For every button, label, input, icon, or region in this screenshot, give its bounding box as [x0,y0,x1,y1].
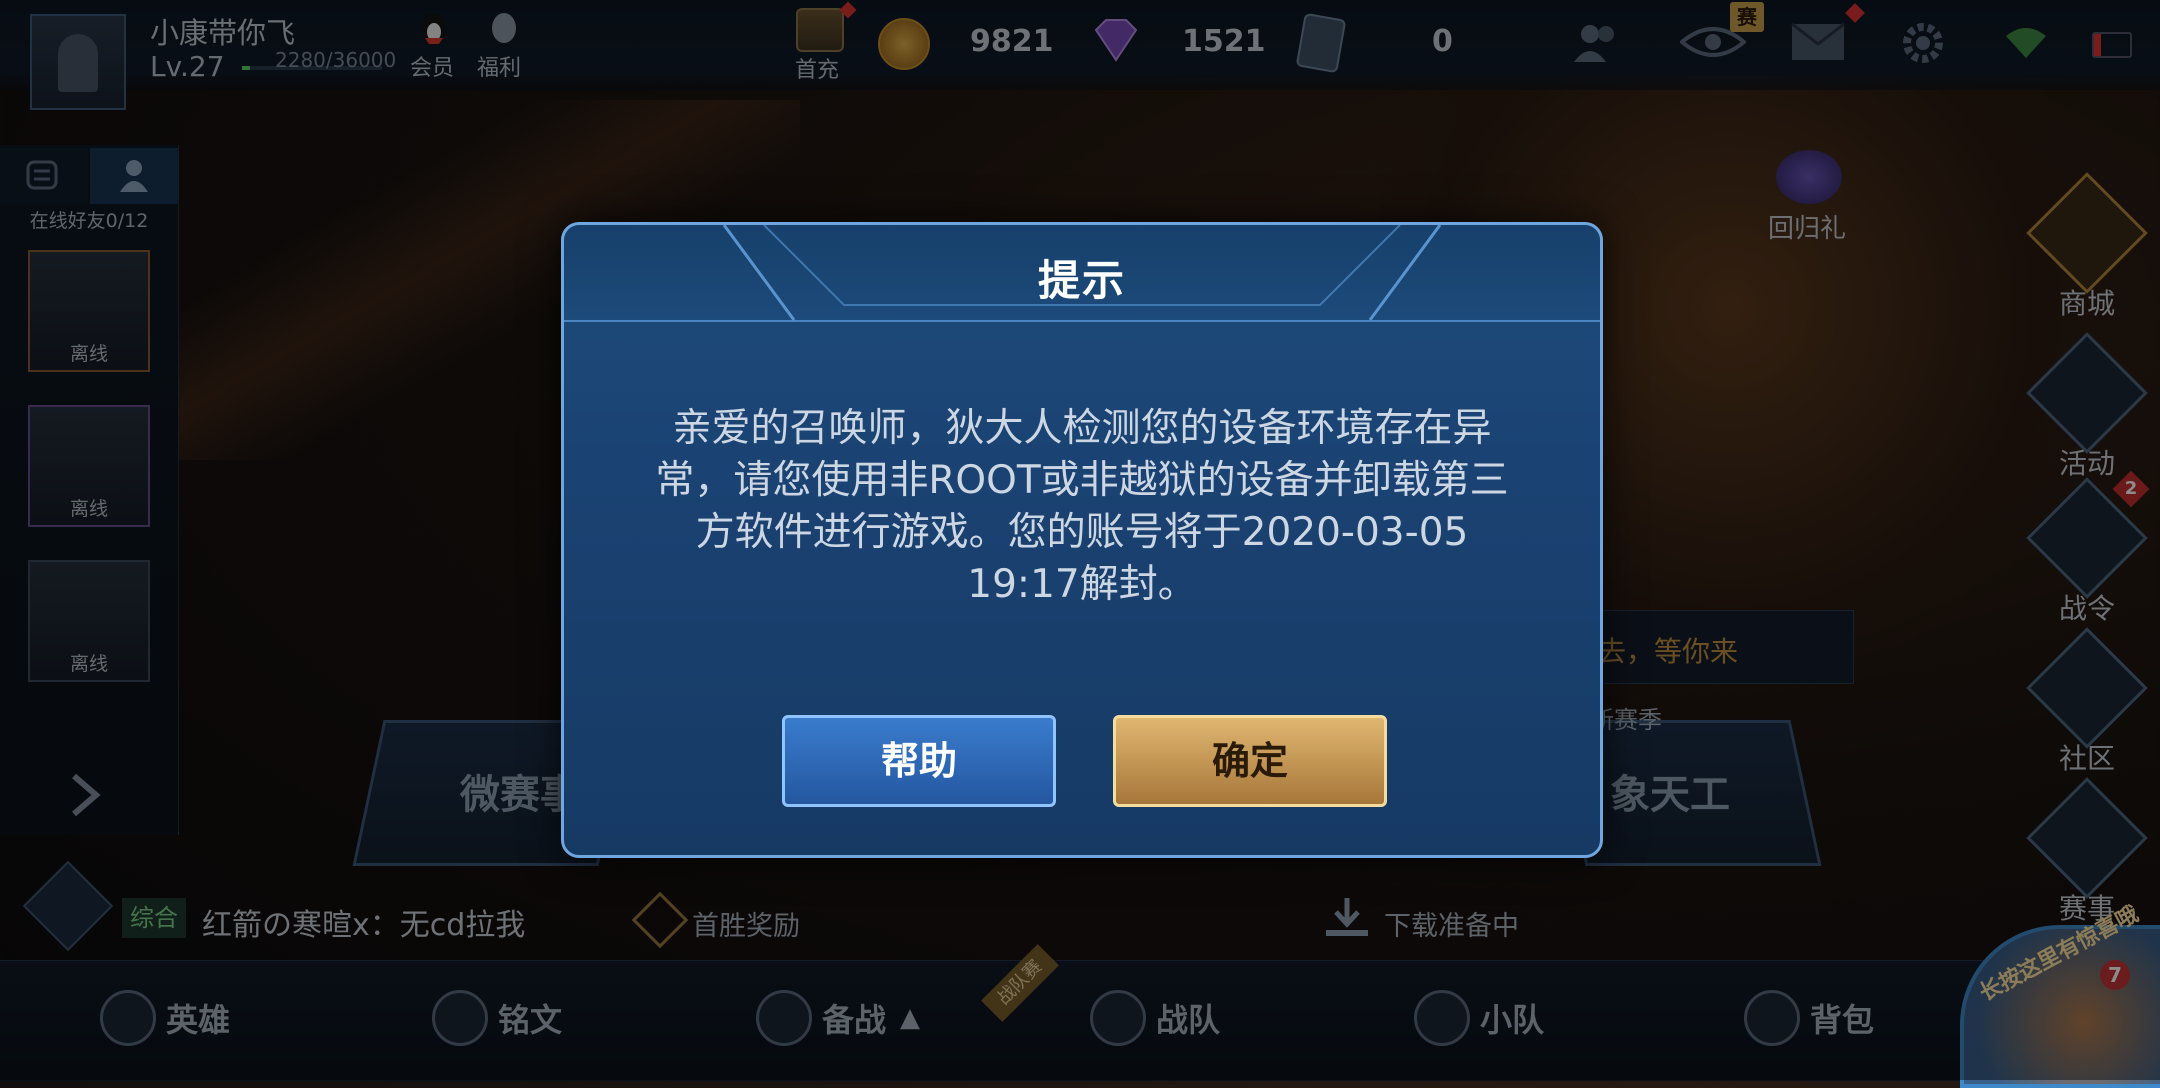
dialog-message: 亲爱的召唤师，狄大人检测您的设备环境存在异常，请您使用非ROOT或非越狱的设备并… [655,406,1509,607]
dialog-title: 提示 [1037,256,1126,305]
notice-dialog: 提示 亲爱的召唤师，狄大人检测您的设备环境存在异常，请您使用非ROOT或非越狱的… [561,222,1603,858]
help-button[interactable]: 帮助 [782,715,1056,807]
confirm-button[interactable]: 确定 [1113,715,1387,807]
